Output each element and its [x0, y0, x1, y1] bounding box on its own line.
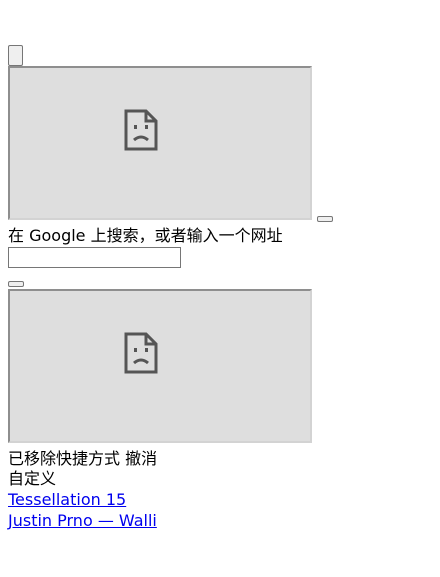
broken-frame-top — [8, 66, 312, 220]
most-visited-link[interactable]: Tessellation 15 — [8, 490, 126, 510]
secondary-small-button[interactable] — [8, 281, 24, 287]
most-visited-link[interactable]: Justin Prno — Walli — [8, 511, 157, 531]
frame-side-button[interactable] — [317, 216, 333, 222]
broken-page-icon — [124, 332, 158, 374]
broken-page-icon — [124, 109, 158, 151]
customize-label[interactable]: 自定义 — [8, 469, 56, 489]
broken-frame-bottom — [8, 289, 312, 443]
removed-text: 已移除快捷方式 — [8, 449, 121, 468]
undo-button[interactable]: 撤消 — [125, 449, 157, 468]
top-small-button[interactable] — [8, 45, 23, 66]
search-hint: 在 Google 上搜索，或者输入一个网址 — [8, 226, 283, 245]
search-input[interactable] — [8, 247, 181, 268]
shortcut-removed-notice: 已移除快捷方式 撤消 — [8, 449, 157, 469]
